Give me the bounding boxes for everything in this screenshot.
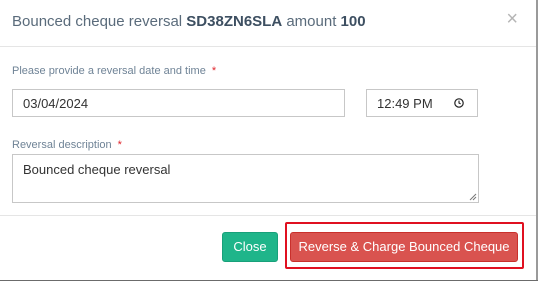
- modal-title: Bounced cheque reversal SD38ZN6SLA amoun…: [12, 13, 366, 30]
- amount-value: 100: [340, 13, 366, 30]
- reversal-date-input[interactable]: 03/04/2024: [12, 89, 345, 117]
- reversal-time-value: 12:49 PM: [377, 96, 433, 111]
- date-time-label-text: Please provide a reversal date and time: [12, 65, 206, 77]
- description-label-text: Reversal description: [12, 139, 112, 151]
- cheque-id: SD38ZN6SLA: [186, 13, 283, 30]
- description-label: Reversal description *: [12, 139, 122, 151]
- modal-footer: Close Reverse & Charge Bounced Cheque: [0, 215, 536, 281]
- reversal-modal: Bounced cheque reversal SD38ZN6SLA amoun…: [0, 0, 538, 280]
- close-icon[interactable]: ×: [506, 8, 518, 31]
- reverse-charge-button[interactable]: Reverse & Charge Bounced Cheque: [290, 232, 518, 262]
- close-button[interactable]: Close: [222, 232, 278, 262]
- clock-icon[interactable]: [454, 98, 464, 108]
- modal-body: Please provide a reversal date and time *…: [0, 47, 536, 215]
- resize-grip-icon[interactable]: [469, 193, 477, 201]
- required-mark: *: [211, 65, 217, 77]
- amount-label: amount: [286, 13, 337, 30]
- reversal-description-value: Bounced cheque reversal: [23, 162, 171, 177]
- reversal-description-textarea[interactable]: Bounced cheque reversal: [12, 154, 479, 203]
- reversal-time-input[interactable]: 12:49 PM: [366, 89, 478, 117]
- date-time-label: Please provide a reversal date and time *: [12, 65, 216, 77]
- required-mark: *: [117, 139, 122, 151]
- reversal-date-value: 03/04/2024: [23, 96, 89, 111]
- modal-header: Bounced cheque reversal SD38ZN6SLA amoun…: [0, 0, 536, 47]
- title-prefix: Bounced cheque reversal: [12, 13, 183, 30]
